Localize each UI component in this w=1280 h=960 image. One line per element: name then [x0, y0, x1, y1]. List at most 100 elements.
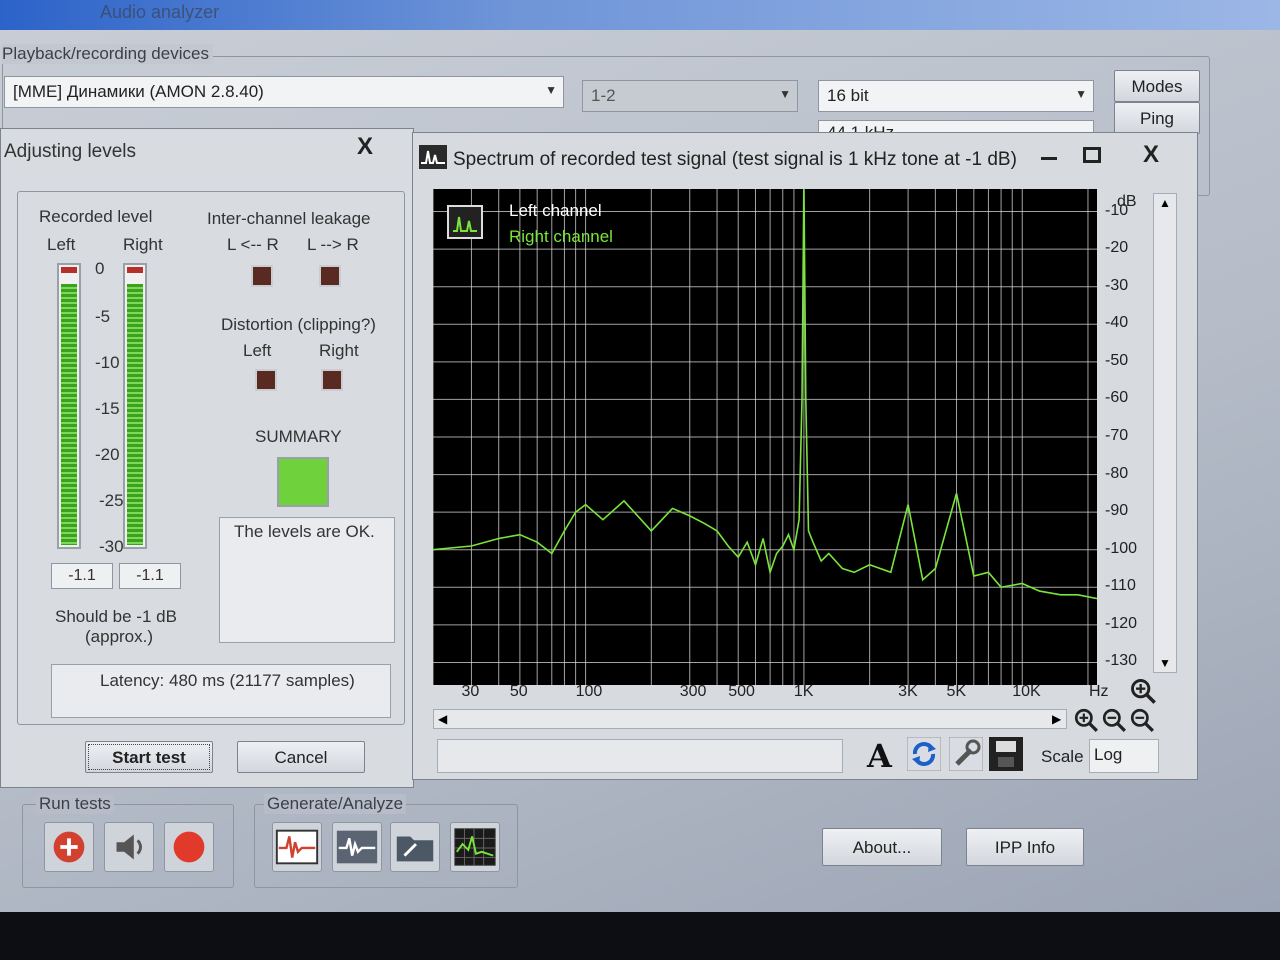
hz-tick-label: 30 [461, 683, 480, 700]
record-button[interactable] [164, 822, 214, 872]
db-tick-label: -20 [1105, 239, 1129, 257]
latency-text: Latency: 480 ms (21177 samples) [100, 671, 355, 690]
devices-group-label: Playback/recording devices [2, 44, 213, 64]
hz-tick-label: 5K [946, 683, 967, 700]
chevron-down-icon: ▼ [779, 87, 791, 101]
scale-select[interactable]: Log [1089, 739, 1159, 773]
meter-scale-20: -20 [95, 445, 120, 464]
db-tick-label: -30 [1105, 276, 1129, 294]
dist-left-label: Left [243, 341, 272, 360]
left-meter-label: Left [47, 235, 76, 254]
monitor-bezel [0, 912, 1280, 960]
close-icon[interactable]: X [357, 133, 373, 161]
right-meter-fill [127, 283, 143, 545]
playback-test-button[interactable] [104, 822, 154, 872]
close-icon[interactable]: X [1143, 141, 1159, 169]
status-field [437, 739, 843, 773]
leak-lr-indicator [251, 265, 273, 287]
hz-tick-label: 300 [679, 683, 707, 700]
wrench-icon[interactable] [949, 737, 983, 771]
zoom-in-x-icon[interactable] [1073, 707, 1099, 733]
start-test-button[interactable]: Start test [85, 741, 213, 773]
db-tick-label: -70 [1105, 427, 1129, 444]
ping-button[interactable]: Ping [1114, 102, 1200, 134]
dist-right-indicator [321, 369, 343, 391]
hz-tick-label: 10K [1012, 683, 1041, 700]
bits-select[interactable]: 16 bit ▼ [818, 80, 1094, 112]
scroll-up-icon[interactable]: ▲ [1159, 196, 1171, 210]
horizontal-scrollbar[interactable]: ◀ ▶ [433, 709, 1067, 729]
generate-signal-button[interactable] [272, 822, 322, 872]
hz-tick-label: 1K [793, 683, 814, 700]
db-tick-label: -120 [1105, 614, 1138, 632]
zoom-reset-icon[interactable] [1129, 707, 1155, 733]
spectrum-chart [433, 189, 1097, 685]
chevron-down-icon: ▼ [1075, 87, 1087, 101]
distortion-label: Distortion (clipping?) [221, 315, 376, 334]
record-icon [173, 831, 205, 863]
hz-tick-label: 100 [575, 683, 603, 700]
save-icon[interactable] [989, 737, 1023, 771]
spectrum-icon [419, 145, 447, 169]
ipp-info-button[interactable]: IPP Info [966, 828, 1084, 866]
scale-label: Scale [1041, 747, 1084, 766]
should-be-label: Should be -1 dB [55, 607, 177, 626]
refresh-icon[interactable] [907, 737, 941, 771]
run-test-button[interactable] [44, 822, 94, 872]
meter-scale-0: 0 [95, 259, 105, 278]
dialog-title: Adjusting levels [4, 141, 137, 162]
scroll-left-icon[interactable]: ◀ [438, 712, 447, 726]
app-title: Audio analyzer [100, 2, 220, 22]
db-tick-label: -60 [1105, 389, 1129, 407]
db-tick-label: -80 [1105, 464, 1129, 482]
db-tick-label: -130 [1105, 652, 1138, 670]
spectrum-button[interactable] [450, 822, 500, 872]
leak-rl-indicator [319, 265, 341, 287]
meter-scale-15: -15 [95, 399, 120, 418]
speaker-mic-icon [53, 831, 85, 863]
chevron-down-icon: ▼ [545, 83, 557, 97]
modes-button[interactable]: Modes [1114, 70, 1200, 102]
summary-message-box: The levels are OK. [219, 517, 395, 643]
cancel-button[interactable]: Cancel [237, 741, 365, 773]
legend-icon[interactable] [447, 205, 483, 239]
right-meter-peak [127, 267, 143, 273]
legend-left-channel: Left channel [509, 201, 602, 220]
screen: Audio analyzer Playback/recording device… [0, 0, 1280, 960]
approx-label: (approx.) [85, 627, 154, 646]
left-meter-fill [61, 283, 77, 545]
scroll-right-icon[interactable]: ▶ [1052, 712, 1061, 726]
title-bar: Audio analyzer [0, 0, 1280, 30]
minimize-icon[interactable] [1041, 157, 1057, 160]
font-icon[interactable]: A [867, 737, 892, 775]
legend-right-channel: Right channel [509, 227, 613, 246]
device-select[interactable]: [MME] Динамики (AMON 2.8.40) ▼ [4, 76, 564, 108]
generate-analyze-label: Generate/Analyze [264, 794, 407, 814]
meter-scale-25: -25 [99, 491, 124, 510]
waveform-red-icon [275, 829, 319, 865]
hz-tick-label: 50 [509, 683, 528, 700]
about-button[interactable]: About... [822, 828, 942, 866]
spectrum-title: Spectrum of recorded test signal (test s… [453, 149, 1017, 170]
scroll-down-icon[interactable]: ▼ [1159, 656, 1171, 670]
device-value: [MME] Динамики (AMON 2.8.40) [13, 82, 264, 101]
channels-select[interactable]: 1-2 ▼ [582, 80, 798, 112]
zoom-in-icon[interactable] [1129, 677, 1157, 705]
maximize-icon[interactable] [1083, 147, 1101, 163]
vertical-scrollbar[interactable]: ▲ ▼ [1153, 193, 1177, 673]
meter-scale-5: -5 [95, 307, 111, 326]
leakage-label: Inter-channel leakage [207, 209, 371, 228]
db-tick-label: -90 [1105, 502, 1129, 520]
right-level-value: -1.1 [119, 563, 181, 589]
hz-unit-label: Hz [1089, 683, 1109, 700]
open-file-button[interactable] [390, 822, 440, 872]
recorded-level-label: Recorded level [39, 207, 153, 226]
folder-icon [396, 836, 434, 862]
db-tick-label: -40 [1105, 314, 1129, 332]
right-channel-trace [433, 189, 1097, 600]
hz-tick-label: 500 [728, 683, 755, 700]
zoom-out-icon[interactable] [1101, 707, 1127, 733]
right-meter-label: Right [123, 235, 163, 254]
analyze-button[interactable] [332, 822, 382, 872]
channels-value: 1-2 [591, 86, 616, 105]
